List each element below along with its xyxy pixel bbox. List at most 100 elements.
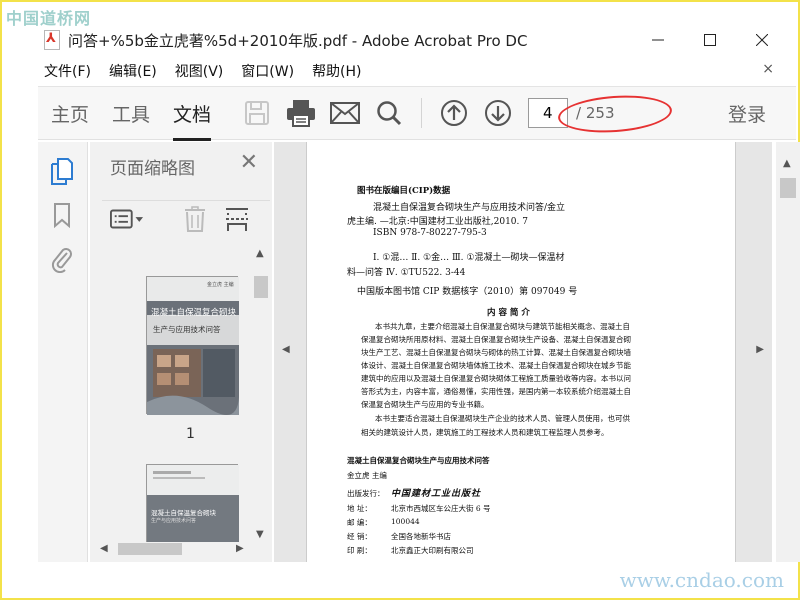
detail-label: 经 销： xyxy=(347,532,372,541)
doc-scroll-up-arrow[interactable]: ▲ xyxy=(783,158,791,169)
thumbnail-page-label: 1 xyxy=(186,426,195,442)
publisher-name: 中国建材工业出版社 xyxy=(391,489,482,499)
document-view: ◀ ▶ 图书在版编目(CIP)数据 混凝土自保温复合砌块生产与应用技术问答/金立… xyxy=(274,142,772,562)
pdf-file-icon xyxy=(44,30,60,50)
cip-line: Ⅰ. ①混… Ⅱ. ①金… Ⅲ. ①混凝土—砌块—保温材 xyxy=(373,253,565,263)
watermark-bottom: www.cndao.com xyxy=(619,568,784,592)
doc-scrollbar-thumb[interactable] xyxy=(780,178,796,198)
thumbnail-list: 金立虎 主编 混凝土自保温复合砌块 生产与应用技术问答 1 混凝土自保温复合砌块… xyxy=(98,246,260,542)
expand-right-pane-arrow[interactable]: ▶ xyxy=(756,344,764,355)
close-window-button[interactable] xyxy=(736,24,788,56)
main-toolbar: 主页 工具 文档 4 / 253 登录 xyxy=(38,86,796,141)
scroll-up-arrow[interactable]: ▲ xyxy=(256,248,264,259)
summary-line: 本书主要适合混凝土自保温砌块生产企业的技术人员、管理人员使用，也可供 xyxy=(375,414,630,423)
save-button[interactable] xyxy=(239,95,275,131)
window-title: 问答+%5b金立虎著%5d+2010年版.pdf - Adobe Acrobat… xyxy=(68,31,528,50)
save-icon xyxy=(245,101,270,125)
close-document-button[interactable]: × xyxy=(762,61,774,77)
tab-tools[interactable]: 工具 xyxy=(112,100,150,127)
toolbar-divider xyxy=(421,98,423,128)
detail-label: 地 址： xyxy=(347,504,372,513)
pdf-page: 图书在版编目(CIP)数据 混凝土自保温复合砌块生产与应用技术问答/金立 虎主编… xyxy=(306,142,736,562)
title-page-image xyxy=(147,465,239,542)
detail-value: 全国各地新华书店 xyxy=(391,532,451,541)
print-button[interactable] xyxy=(283,95,319,131)
detail-value: 北京市西城区车公庄大街 6 号 xyxy=(391,504,491,513)
cip-title: 图书在版编目(CIP)数据 xyxy=(357,186,451,196)
maximize-icon xyxy=(704,34,716,46)
menu-window[interactable]: 窗口(W) xyxy=(241,61,294,81)
thumbnail-page-1[interactable]: 金立虎 主编 混凝土自保温复合砌块 生产与应用技术问答 xyxy=(146,276,239,415)
delete-page-button[interactable] xyxy=(178,205,212,233)
book-title: 混凝土自保温复合砌块生产与应用技术问答 xyxy=(347,456,490,465)
options-menu-icon xyxy=(110,209,144,229)
search-button[interactable] xyxy=(371,95,407,131)
summary-line: 建筑中的应用以及混凝土自保温复合砌块砌体工程施工质量验收等内容。本书以问 xyxy=(361,374,631,383)
cip-line: ISBN 978-7-80227-795-3 xyxy=(373,228,487,238)
book-editor: 金立虎 主编 xyxy=(347,471,387,480)
menu-view[interactable]: 视图(V) xyxy=(175,61,224,81)
cover-author-text: 金立虎 主编 xyxy=(207,282,234,288)
thumbnail-page-2[interactable]: 混凝土自保温复合砌块 生产与应用技术问答 xyxy=(146,464,239,542)
minimize-icon xyxy=(652,39,664,41)
thumbnail-tools xyxy=(102,200,270,234)
maximize-button[interactable] xyxy=(684,24,736,56)
tab-home[interactable]: 主页 xyxy=(51,100,89,127)
thumbnail-horizontal-scrollbar[interactable]: ◀ ▶ xyxy=(98,540,260,558)
printer-icon xyxy=(287,100,316,127)
previous-page-button[interactable] xyxy=(436,95,472,131)
page-total: / 253 xyxy=(576,104,615,122)
scroll-right-arrow[interactable]: ▶ xyxy=(236,543,244,554)
tab-document[interactable]: 文档 xyxy=(173,100,212,141)
scrollbar-thumb[interactable] xyxy=(254,276,268,298)
document-vertical-scrollbar[interactable]: ▲ xyxy=(776,142,800,562)
cover-title-line2: 生产与应用技术问答 xyxy=(153,325,221,334)
title-page-line2: 生产与应用技术问答 xyxy=(151,518,197,524)
summary-line: 体设计、混凝土自保温复合砌块墙体施工技术、混凝土自保温复合砌块在城乡节能 xyxy=(361,361,631,370)
detail-value: 北京鑫正大印刷有限公司 xyxy=(391,546,474,555)
extract-pages-button[interactable] xyxy=(220,205,254,233)
paperclip-icon xyxy=(51,248,72,273)
page-thumbnails-button[interactable] xyxy=(48,156,76,186)
title-page-line1: 混凝土自保温复合砌块 xyxy=(151,509,216,517)
close-pane-button[interactable]: ✕ xyxy=(240,150,258,175)
extract-pages-icon xyxy=(226,208,248,231)
publisher-label: 出版发行： xyxy=(347,489,385,498)
summary-heading: 内 容 简 介 xyxy=(487,308,530,318)
search-icon xyxy=(377,101,402,126)
hscrollbar-thumb[interactable] xyxy=(118,543,182,555)
page-number-input[interactable]: 4 xyxy=(528,98,569,128)
summary-line: 保温复合砌块所用原材料、混凝土自保温复合砌块生产设备、混凝土自保温复合砌 xyxy=(361,335,631,344)
cip-number: 中国版本图书馆 CIP 数据核字（2010）第 097049 号 xyxy=(357,287,578,297)
thumbnails-pane: 页面缩略图 ✕ 金立虎 主编 混凝土自保温复合砌块 生产与应用技术问答 1 混凝… xyxy=(90,142,272,562)
menu-edit[interactable]: 编辑(E) xyxy=(109,61,157,81)
watermark-top: 中国道桥网 xyxy=(6,9,92,28)
login-button[interactable]: 登录 xyxy=(728,100,766,127)
navigation-pane-strip xyxy=(38,142,88,562)
summary-line: 相关的建筑设计人员，建筑施工的工程技术人员和建筑工程监理人员参考。 xyxy=(361,428,609,437)
minimize-button[interactable] xyxy=(632,24,684,56)
scroll-left-arrow[interactable]: ◀ xyxy=(100,543,108,554)
arrow-up-circle-icon xyxy=(441,100,468,126)
next-page-button[interactable] xyxy=(480,95,516,131)
envelope-icon xyxy=(330,102,361,124)
bookmarks-button[interactable] xyxy=(48,200,76,230)
cip-line: 虎主编. —北京:中国建材工业出版社,2010. 7 xyxy=(347,217,528,227)
thumbnail-options-button[interactable] xyxy=(110,205,144,233)
email-button[interactable] xyxy=(327,95,363,131)
scroll-down-arrow[interactable]: ▼ xyxy=(256,529,264,540)
app-frame: 中国道桥网 问答+%5b金立虎著%5d+2010年版.pdf - Adobe A… xyxy=(0,0,800,600)
summary-line: 保温复合砌块生产与应用的专业书籍。 xyxy=(361,400,489,409)
thumbnail-vertical-scrollbar[interactable]: ▲ ▼ xyxy=(252,246,270,542)
detail-value: 100044 xyxy=(391,517,420,526)
cip-line: 料—问答 Ⅳ. ①TU522. 3-44 xyxy=(347,268,466,278)
collapse-left-pane-arrow[interactable]: ◀ xyxy=(282,344,290,355)
bookmark-icon xyxy=(54,203,70,228)
arrow-down-circle-icon xyxy=(485,100,512,126)
cip-line: 混凝土自保温复合砌块生产与应用技术问答/金立 xyxy=(373,203,566,213)
menu-help[interactable]: 帮助(H) xyxy=(312,61,361,81)
trash-icon xyxy=(185,206,205,232)
attachments-button[interactable] xyxy=(48,244,76,274)
menu-file[interactable]: 文件(F) xyxy=(44,61,91,81)
cover-title-line1: 混凝土自保温复合砌块 xyxy=(151,308,237,318)
